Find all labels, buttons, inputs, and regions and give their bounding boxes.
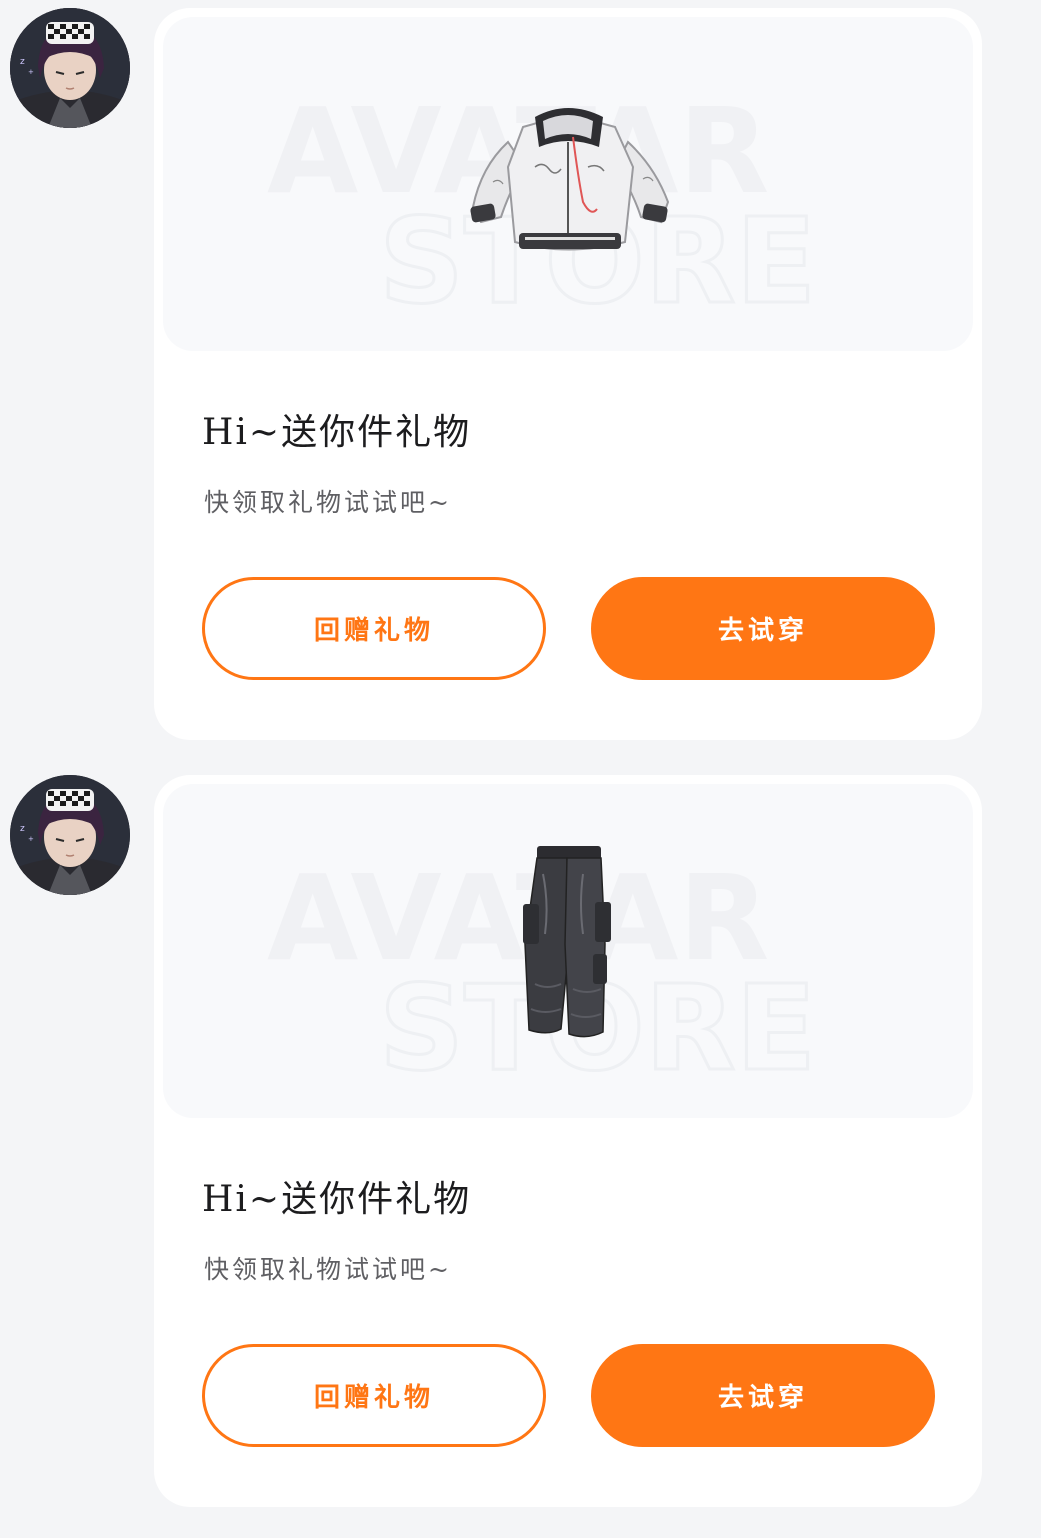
user-avatar-icon: z + — [10, 775, 130, 895]
try-on-button[interactable]: 去试穿 — [591, 577, 935, 680]
gift-card: AVATAR STORE — [154, 775, 982, 1507]
cargo-pants-icon — [523, 846, 611, 1038]
sender-avatar[interactable]: z + — [10, 8, 130, 128]
gift-title: Hi~送你件礼物 — [202, 412, 472, 453]
return-gift-button[interactable]: 回赠礼物 — [202, 577, 546, 680]
hoodie-jacket-icon — [470, 108, 670, 251]
svg-text:z: z — [20, 57, 25, 67]
svg-text:+: + — [28, 835, 34, 843]
return-gift-button[interactable]: 回赠礼物 — [202, 1344, 546, 1447]
sender-avatar[interactable]: z + — [10, 775, 130, 895]
item-preview[interactable]: AVATAR STORE — [163, 17, 973, 351]
item-preview[interactable]: AVATAR STORE — [163, 784, 973, 1118]
user-avatar-icon: z + — [10, 8, 130, 128]
gift-title: Hi~送你件礼物 — [202, 1179, 472, 1220]
gift-card: AVATAR STORE — [154, 8, 982, 740]
svg-text:+: + — [28, 68, 34, 76]
gift-subtitle: 快领取礼物试试吧~ — [204, 488, 452, 517]
gift-subtitle: 快领取礼物试试吧~ — [204, 1255, 452, 1284]
try-on-button[interactable]: 去试穿 — [591, 1344, 935, 1447]
svg-text:z: z — [20, 824, 25, 834]
